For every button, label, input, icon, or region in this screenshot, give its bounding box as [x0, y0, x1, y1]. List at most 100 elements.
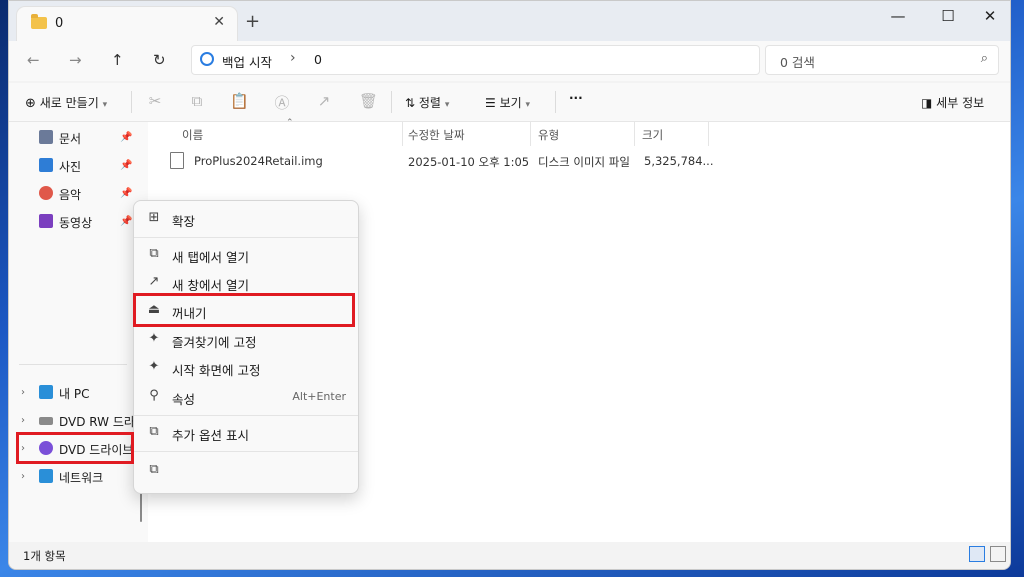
menu-divider [134, 451, 358, 452]
view-icon: ☰ [485, 96, 496, 110]
sidebar-item-label: 동영상 [59, 216, 93, 230]
menu-item-label: 새 탭에서 열기 [172, 250, 249, 265]
pin-icon[interactable]: 📌 [120, 216, 132, 227]
column-divider[interactable] [708, 122, 709, 146]
computer-icon [39, 385, 53, 399]
document-icon [39, 130, 53, 144]
sidebar-item-label: 음악 [59, 188, 82, 202]
more-options-icon: ⧉ [149, 424, 159, 439]
folder-icon [31, 14, 47, 29]
sort-up-icon: ⌃ [286, 118, 294, 128]
address-bar[interactable]: 백업 시작 › 0 [191, 45, 760, 75]
pin-icon[interactable]: 📌 [120, 188, 132, 199]
chevron-down-icon: ▾ [444, 100, 450, 110]
maximize-button[interactable]: ☐ [925, 7, 971, 25]
file-name[interactable]: ProPlus2024Retail.img [194, 154, 323, 168]
new-window-icon: ↗ [148, 274, 160, 289]
details-pane-icon: ◨ [921, 96, 933, 110]
dvd-rw-drive-icon [39, 417, 53, 425]
up-arrow-icon[interactable]: ↑ [111, 51, 124, 69]
forward-arrow-icon[interactable]: → [69, 51, 82, 69]
search-box[interactable]: 0 검색 ⌕ [765, 45, 999, 75]
sidebar-item-label: 내 PC [59, 387, 90, 401]
chevron-right-icon[interactable]: › [21, 415, 25, 426]
tiles-view-icon[interactable] [990, 546, 1006, 562]
chevron-right-icon[interactable]: › [21, 387, 25, 398]
divider [19, 364, 127, 365]
details-button[interactable]: ◨ 세부 정보 [921, 94, 984, 111]
file-date: 2025-01-10 오후 1:05 [408, 155, 530, 169]
divider [391, 91, 392, 113]
pin-icon[interactable]: 📌 [120, 132, 132, 143]
tab-close-icon[interactable]: ✕ [213, 14, 225, 30]
menu-item-label: 새 창에서 열기 [172, 278, 249, 293]
sort-label: 정렬 [418, 96, 441, 110]
chevron-down-icon: ▾ [102, 100, 108, 110]
column-header-date[interactable]: 수정한 날짜 [408, 127, 465, 143]
chevron-right-icon[interactable]: › [21, 471, 25, 482]
details-view-icon[interactable] [969, 546, 985, 562]
breadcrumb-root[interactable]: 백업 시작 [222, 52, 272, 71]
disc-image-file-icon [170, 152, 184, 169]
address-row: ← → ↑ ↻ 백업 시작 › 0 0 검색 ⌕ [9, 41, 1010, 81]
menu-item-copy[interactable]: ⧉ [146, 459, 346, 483]
new-tab-button[interactable]: + [245, 11, 260, 32]
sort-icon: ⇅ [405, 96, 416, 110]
navigation-pane: 문서 📌 사진 📌 음악 📌 동영상 📌 › 내 PC › DVD RW 드라이 [9, 122, 146, 542]
chevron-down-icon: ▾ [525, 100, 531, 110]
menu-item-show-more-options[interactable]: ⧉ 추가 옵션 표시 [146, 421, 346, 445]
sidebar-item-label: 문서 [59, 132, 82, 146]
context-menu: ⊞ 확장 ⧉ 새 탭에서 열기 ↗ 새 창에서 열기 ⏏ 꺼내기 ✦ 즐겨찾기에… [133, 200, 359, 494]
column-divider[interactable] [634, 122, 635, 146]
breadcrumb-chevron-icon[interactable]: › [290, 50, 296, 66]
share-icon[interactable]: ↗ [315, 92, 333, 110]
sidebar-item-label: 사진 [59, 160, 82, 174]
menu-item-pin-start[interactable]: ✦ 시작 화면에 고정 [146, 356, 346, 380]
music-icon [39, 186, 53, 200]
close-window-button[interactable]: ✕ [967, 7, 1010, 25]
new-button[interactable]: ⊕ 새로 만들기 ▾ [25, 94, 107, 111]
divider [555, 91, 556, 113]
menu-item-pin-quick-access[interactable]: ✦ 즐겨찾기에 고정 [146, 328, 346, 352]
back-arrow-icon[interactable]: ← [27, 51, 40, 69]
paste-icon[interactable]: 📋 [230, 92, 249, 110]
tab-title: 0 [55, 16, 64, 31]
column-header-type[interactable]: 유형 [538, 127, 559, 143]
highlight-box-dvd-drive [16, 432, 134, 464]
expand-icon: ⊞ [148, 210, 160, 225]
column-divider[interactable] [402, 122, 403, 146]
view-button[interactable]: ☰ 보기 ▾ [485, 94, 530, 111]
minimize-button[interactable]: — [875, 7, 921, 25]
breadcrumb-current[interactable]: 0 [314, 52, 322, 67]
menu-item-expand[interactable]: ⊞ 확장 [146, 207, 346, 231]
status-bar: 1개 항목 [9, 542, 1010, 569]
menu-divider [134, 237, 358, 238]
menu-item-label: 확장 [172, 214, 196, 229]
pin-icon[interactable]: 📌 [120, 160, 132, 171]
menu-item-properties[interactable]: ⚲ 속성 Alt+Enter [146, 385, 346, 409]
menu-item-label: 즐겨찾기에 고정 [172, 335, 257, 350]
sidebar-item-label: 네트워크 [59, 471, 104, 485]
search-placeholder: 0 검색 [780, 55, 815, 70]
tab-current[interactable]: 0 ✕ [17, 7, 237, 41]
network-icon [39, 469, 53, 483]
sort-button[interactable]: ⇅ 정렬 ▾ [405, 94, 449, 111]
copy-icon[interactable]: ⧉ [188, 92, 206, 110]
title-bar: 0 ✕ + — ☐ ✕ [9, 1, 1010, 41]
column-header-name[interactable]: 이름 [182, 127, 203, 143]
highlight-box-eject [133, 293, 355, 327]
search-icon: ⌕ [980, 51, 988, 66]
delete-icon[interactable]: 🗑 [359, 92, 378, 110]
column-header-size[interactable]: 크기 [642, 127, 663, 143]
refresh-icon[interactable]: ↻ [153, 51, 166, 69]
item-count: 1개 항목 [23, 549, 66, 563]
menu-item-label: 시작 화면에 고정 [172, 363, 261, 378]
more-options-button[interactable]: ··· [569, 91, 583, 105]
menu-item-open-new-tab[interactable]: ⧉ 새 탭에서 열기 [146, 243, 346, 267]
column-divider[interactable] [530, 122, 531, 146]
plus-circle-icon: ⊕ [25, 96, 36, 111]
cut-icon[interactable]: ✂ [146, 92, 164, 110]
copy-icon: ⧉ [149, 462, 159, 477]
menu-item-open-new-window[interactable]: ↗ 새 창에서 열기 [146, 271, 346, 295]
rename-icon[interactable]: Ⓐ [273, 92, 291, 112]
